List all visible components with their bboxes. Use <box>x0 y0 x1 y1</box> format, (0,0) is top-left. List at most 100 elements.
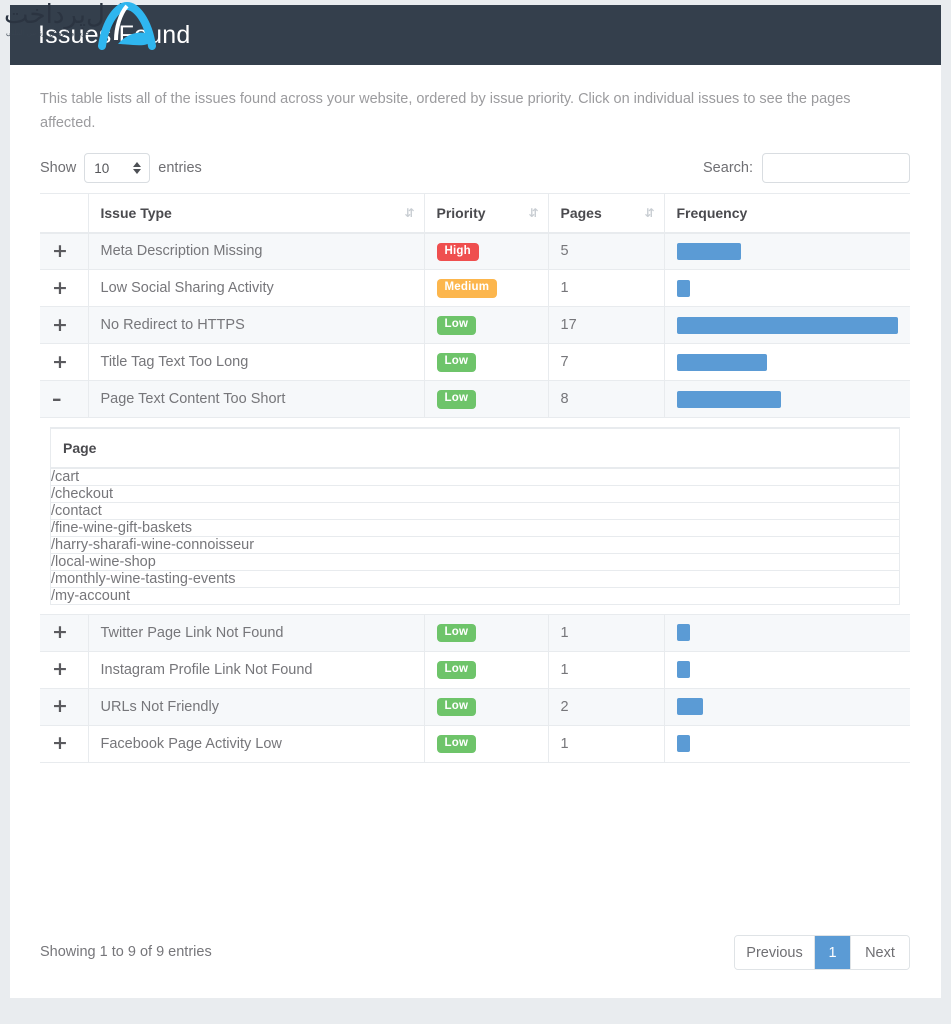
cell-issue-type: Meta Description Missing <box>88 233 424 270</box>
cell-pages-count: 2 <box>548 688 664 725</box>
row-expand-toggle[interactable]: + <box>40 233 88 270</box>
affected-page-row[interactable]: /checkout <box>51 485 899 502</box>
cell-page-url: /checkout <box>51 485 899 502</box>
status-badge: Low <box>437 661 477 680</box>
col-issue-type[interactable]: Issue Type ⇵ <box>88 194 424 233</box>
row-expand-toggle[interactable]: + <box>40 688 88 725</box>
status-badge: Low <box>437 624 477 643</box>
show-label: Show <box>40 160 76 176</box>
status-badge: Low <box>437 353 477 372</box>
pagination-next[interactable]: Next <box>851 936 909 969</box>
expanded-detail-cell: Page/cart/checkout/contact/fine-wine-gif… <box>40 418 910 615</box>
frequency-bar <box>677 317 899 334</box>
affected-page-row[interactable]: /harry-sharafi-wine-connoisseur <box>51 536 899 553</box>
cell-issue-type: URLs Not Friendly <box>88 688 424 725</box>
table-row[interactable]: +Title Tag Text Too LongLow7 <box>40 344 910 381</box>
plus-icon[interactable]: + <box>52 277 68 299</box>
status-badge: Low <box>437 390 477 409</box>
pagination-page-1[interactable]: 1 <box>815 936 851 969</box>
frequency-bar <box>677 243 741 260</box>
col-pages[interactable]: Pages ⇵ <box>548 194 664 233</box>
search-control: Search: <box>703 153 910 183</box>
chevron-updown-icon[interactable] <box>133 162 141 174</box>
sort-both-icon[interactable]: ⇵ <box>644 206 653 220</box>
table-row[interactable]: –Page Text Content Too ShortLow8 <box>40 381 910 418</box>
row-expand-toggle[interactable]: + <box>40 725 88 762</box>
cell-frequency <box>664 688 910 725</box>
row-expand-toggle[interactable]: + <box>40 307 88 344</box>
table-row[interactable]: +Meta Description MissingHigh5 <box>40 233 910 270</box>
cell-frequency <box>664 233 910 270</box>
intro-paragraph: This table lists all of the issues found… <box>40 88 880 136</box>
entries-label: entries <box>158 160 202 176</box>
col-pages-label: Pages <box>561 205 602 221</box>
pagination-previous[interactable]: Previous <box>735 936 815 969</box>
col-page: Page <box>51 429 899 468</box>
table-row[interactable]: + Instagram Profile Link Not Found Low 1 <box>40 651 910 688</box>
row-expand-toggle[interactable]: + <box>40 344 88 381</box>
affected-page-row[interactable]: /monthly-wine-tasting-events <box>51 570 899 587</box>
affected-pages-table: Page/cart/checkout/contact/fine-wine-gif… <box>51 428 899 604</box>
cell-page-url: /contact <box>51 502 899 519</box>
col-expander <box>40 194 88 233</box>
row-expand-toggle[interactable]: – <box>40 381 88 418</box>
page-title: Issues Found <box>38 23 191 48</box>
entries-select-value: 10 <box>94 161 109 176</box>
plus-icon[interactable]: + <box>52 240 68 262</box>
plus-icon[interactable]: + <box>52 695 68 717</box>
table-row[interactable]: +Low Social Sharing ActivityMedium1 <box>40 270 910 307</box>
expanded-detail-row: Page/cart/checkout/contact/fine-wine-gif… <box>40 418 910 615</box>
cell-issue-type: Title Tag Text Too Long <box>88 344 424 381</box>
affected-page-row[interactable]: /cart <box>51 468 899 486</box>
table-footer: Showing 1 to 9 of 9 entries Previous 1 N… <box>40 935 910 975</box>
col-priority[interactable]: Priority ⇵ <box>424 194 548 233</box>
col-frequency[interactable]: Frequency <box>664 194 910 233</box>
cell-pages-count: 1 <box>548 651 664 688</box>
cell-priority: Low <box>424 381 548 418</box>
cell-priority: Low <box>424 725 548 762</box>
table-row[interactable]: +Facebook Page Activity LowLow1 <box>40 725 910 762</box>
row-expand-toggle[interactable]: + <box>40 651 88 688</box>
sort-both-icon[interactable]: ⇵ <box>404 206 413 220</box>
plus-icon[interactable]: + <box>52 732 68 754</box>
affected-page-row[interactable]: /my-account <box>51 587 899 604</box>
frequency-bar <box>677 354 768 371</box>
row-expand-toggle[interactable]: + <box>40 614 88 651</box>
cell-issue-type: Instagram Profile Link Not Found <box>88 651 424 688</box>
row-expand-toggle[interactable]: + <box>40 270 88 307</box>
plus-icon[interactable]: + <box>52 314 68 336</box>
search-input[interactable] <box>762 153 910 183</box>
cell-priority: Low <box>424 307 548 344</box>
cell-issue-type: No Redirect to HTTPS <box>88 307 424 344</box>
cell-page-url: /local-wine-shop <box>51 553 899 570</box>
affected-page-row[interactable]: /local-wine-shop <box>51 553 899 570</box>
status-badge: High <box>437 243 479 262</box>
frequency-bar <box>677 661 690 678</box>
col-issue-type-label: Issue Type <box>101 205 172 221</box>
entries-select[interactable]: 10 <box>84 153 150 183</box>
minus-icon[interactable]: – <box>52 388 62 410</box>
cell-issue-type: Low Social Sharing Activity <box>88 270 424 307</box>
table-row[interactable]: +URLs Not FriendlyLow2 <box>40 688 910 725</box>
cell-frequency <box>664 307 910 344</box>
table-row[interactable]: +No Redirect to HTTPSLow17 <box>40 307 910 344</box>
content-card: This table lists all of the issues found… <box>10 65 941 998</box>
plus-icon[interactable]: + <box>52 621 68 643</box>
issues-table-head: Issue Type ⇵ Priority ⇵ Pages ⇵ Frequenc… <box>40 194 910 233</box>
issues-table-body: +Meta Description MissingHigh5+Low Socia… <box>40 233 910 763</box>
plus-icon[interactable]: + <box>52 658 68 680</box>
affected-pages-panel: Page/cart/checkout/contact/fine-wine-gif… <box>50 427 900 605</box>
cell-priority: Low <box>424 651 548 688</box>
cell-issue-type: Twitter Page Link Not Found <box>88 614 424 651</box>
frequency-bar <box>677 698 704 715</box>
sort-both-icon[interactable]: ⇵ <box>528 206 537 220</box>
cell-page-url: /cart <box>51 468 899 486</box>
affected-page-row[interactable]: /contact <box>51 502 899 519</box>
cell-frequency <box>664 725 910 762</box>
table-row[interactable]: +Twitter Page Link Not FoundLow1 <box>40 614 910 651</box>
col-frequency-label: Frequency <box>677 205 748 221</box>
cell-page-url: /harry-sharafi-wine-connoisseur <box>51 536 899 553</box>
plus-icon[interactable]: + <box>52 351 68 373</box>
affected-page-row[interactable]: /fine-wine-gift-baskets <box>51 519 899 536</box>
showing-entries-info: Showing 1 to 9 of 9 entries <box>40 944 212 960</box>
